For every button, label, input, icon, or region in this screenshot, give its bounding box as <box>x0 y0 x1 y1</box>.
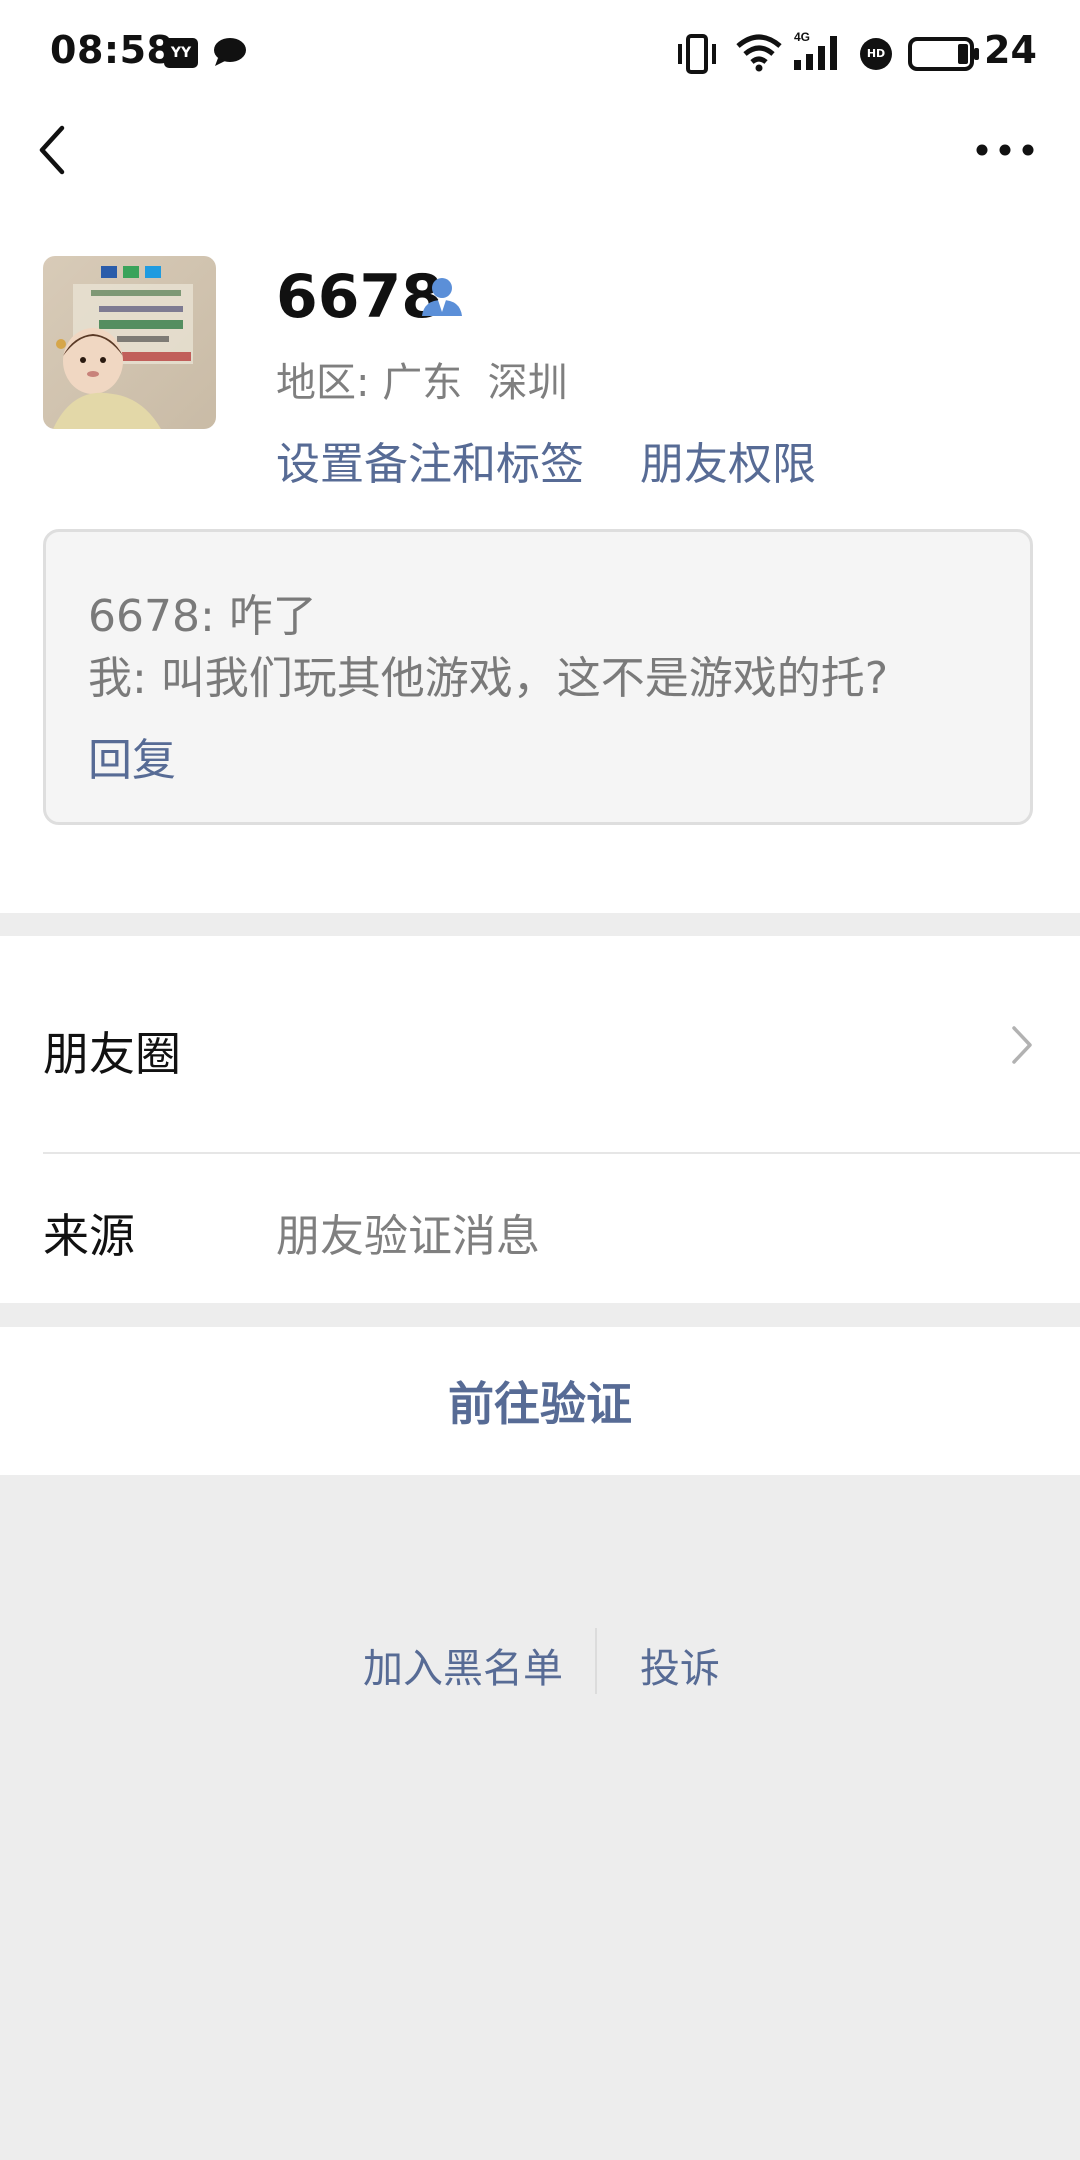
person-icon <box>420 274 464 322</box>
profile-name: 6678 <box>276 262 443 332</box>
more-dots-icon <box>976 144 1034 156</box>
network-label: 4G <box>794 30 810 44</box>
chevron-right-icon <box>1008 1022 1036 1072</box>
info-list: 朋友圈 来源 朋友验证消息 <box>0 936 1080 1303</box>
source-row: 来源 朋友验证消息 <box>0 1154 1080 1303</box>
yy-app-icon: YY <box>164 38 198 68</box>
battery-percent: 24 <box>984 28 1037 72</box>
battery-icon <box>908 34 980 78</box>
more-button[interactable] <box>970 130 1040 170</box>
add-to-blacklist-link[interactable]: 加入黑名单 <box>363 1636 563 1694</box>
chat-bubble-icon <box>212 36 248 72</box>
moments-label: 朋友圈 <box>43 1027 181 1081</box>
source-value: 朋友验证消息 <box>276 1211 540 1262</box>
vibrate-icon <box>675 34 719 78</box>
status-bar: 08:58 YY 4G HD 24 <box>0 0 1080 106</box>
report-link[interactable]: 投诉 <box>640 1636 720 1694</box>
moments-row[interactable]: 朋友圈 <box>0 936 1080 1153</box>
avatar[interactable] <box>43 256 216 429</box>
status-time: 08:58 <box>50 28 174 72</box>
verify-section: 前往验证 <box>0 1327 1080 1475</box>
chevron-left-icon <box>39 125 65 175</box>
verification-message-card: 6678: 咋了 我: 叫我们玩其他游戏，这不是游戏的托? 回复 <box>43 529 1033 825</box>
hd-icon: HD <box>860 38 892 70</box>
reply-link[interactable]: 回复 <box>88 724 176 788</box>
message-line: 我: 叫我们玩其他游戏，这不是游戏的托? <box>88 653 889 704</box>
set-remark-link[interactable]: 设置备注和标签 <box>276 428 584 492</box>
go-verify-button[interactable]: 前往验证 <box>0 1327 1080 1475</box>
divider <box>595 1628 597 1694</box>
source-label: 来源 <box>43 1209 135 1263</box>
back-button[interactable] <box>30 118 74 182</box>
profile-region: 地区: 广东 深圳 <box>276 360 568 406</box>
friend-permission-link[interactable]: 朋友权限 <box>640 428 816 492</box>
message-line: 6678: 咋了 <box>88 591 317 642</box>
wifi-icon <box>736 34 782 76</box>
signal-4g-icon: 4G <box>792 30 842 76</box>
